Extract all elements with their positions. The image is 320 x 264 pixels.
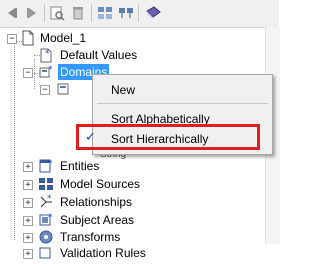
tree-item-relationships[interactable]: Relationships [60,194,132,210]
tree-root-label[interactable]: Model_1 [40,30,86,46]
collapse-toggle[interactable]: − [23,68,33,78]
validation-rules-icon [38,245,54,261]
entities-icon: * [38,158,54,174]
book-icon[interactable] [143,3,163,23]
collapse-toggle[interactable]: − [40,85,50,95]
model-compare-icon[interactable] [95,3,115,23]
svg-text:*: * [47,194,52,204]
expand-toggle[interactable]: + [23,249,33,259]
subject-areas-icon: * [38,212,54,228]
tree-item-default-values[interactable]: Default Values [60,47,137,63]
expand-toggle[interactable]: + [23,233,33,243]
tree-item-subject-areas[interactable]: Subject Areas [60,212,134,228]
delete-icon[interactable] [68,3,88,23]
model-edit-icon[interactable] [116,3,136,23]
model-icon [20,30,36,46]
svg-text:*: * [48,159,53,169]
nav-back-icon[interactable] [2,3,22,23]
default-values-icon: * [38,47,54,63]
relationships-icon: * [38,194,54,210]
model-sources-icon [38,176,54,192]
highlight-box [76,124,260,150]
tree-item-entities[interactable]: Entities [60,158,99,174]
svg-text:*: * [48,65,53,75]
domain-item-icon [56,81,72,97]
domains-icon: * [38,64,54,80]
find-icon[interactable] [47,3,67,23]
menu-separator [97,103,268,104]
transforms-icon [38,229,54,245]
expand-toggle[interactable]: + [23,180,33,190]
collapse-toggle[interactable]: − [7,34,17,44]
menu-item-new[interactable]: New [111,82,135,98]
tree-item-validation-rules[interactable]: Validation Rules [60,245,146,261]
expand-toggle[interactable]: + [23,162,33,172]
tree-item-transforms[interactable]: Transforms [60,229,120,245]
expand-toggle[interactable]: + [23,198,33,208]
nav-forward-icon[interactable] [22,3,42,23]
svg-text:*: * [45,49,50,59]
svg-text:*: * [48,213,53,223]
tree-item-model-sources[interactable]: Model Sources [60,176,140,192]
expand-toggle[interactable]: + [23,216,33,226]
toolbar [0,0,279,28]
